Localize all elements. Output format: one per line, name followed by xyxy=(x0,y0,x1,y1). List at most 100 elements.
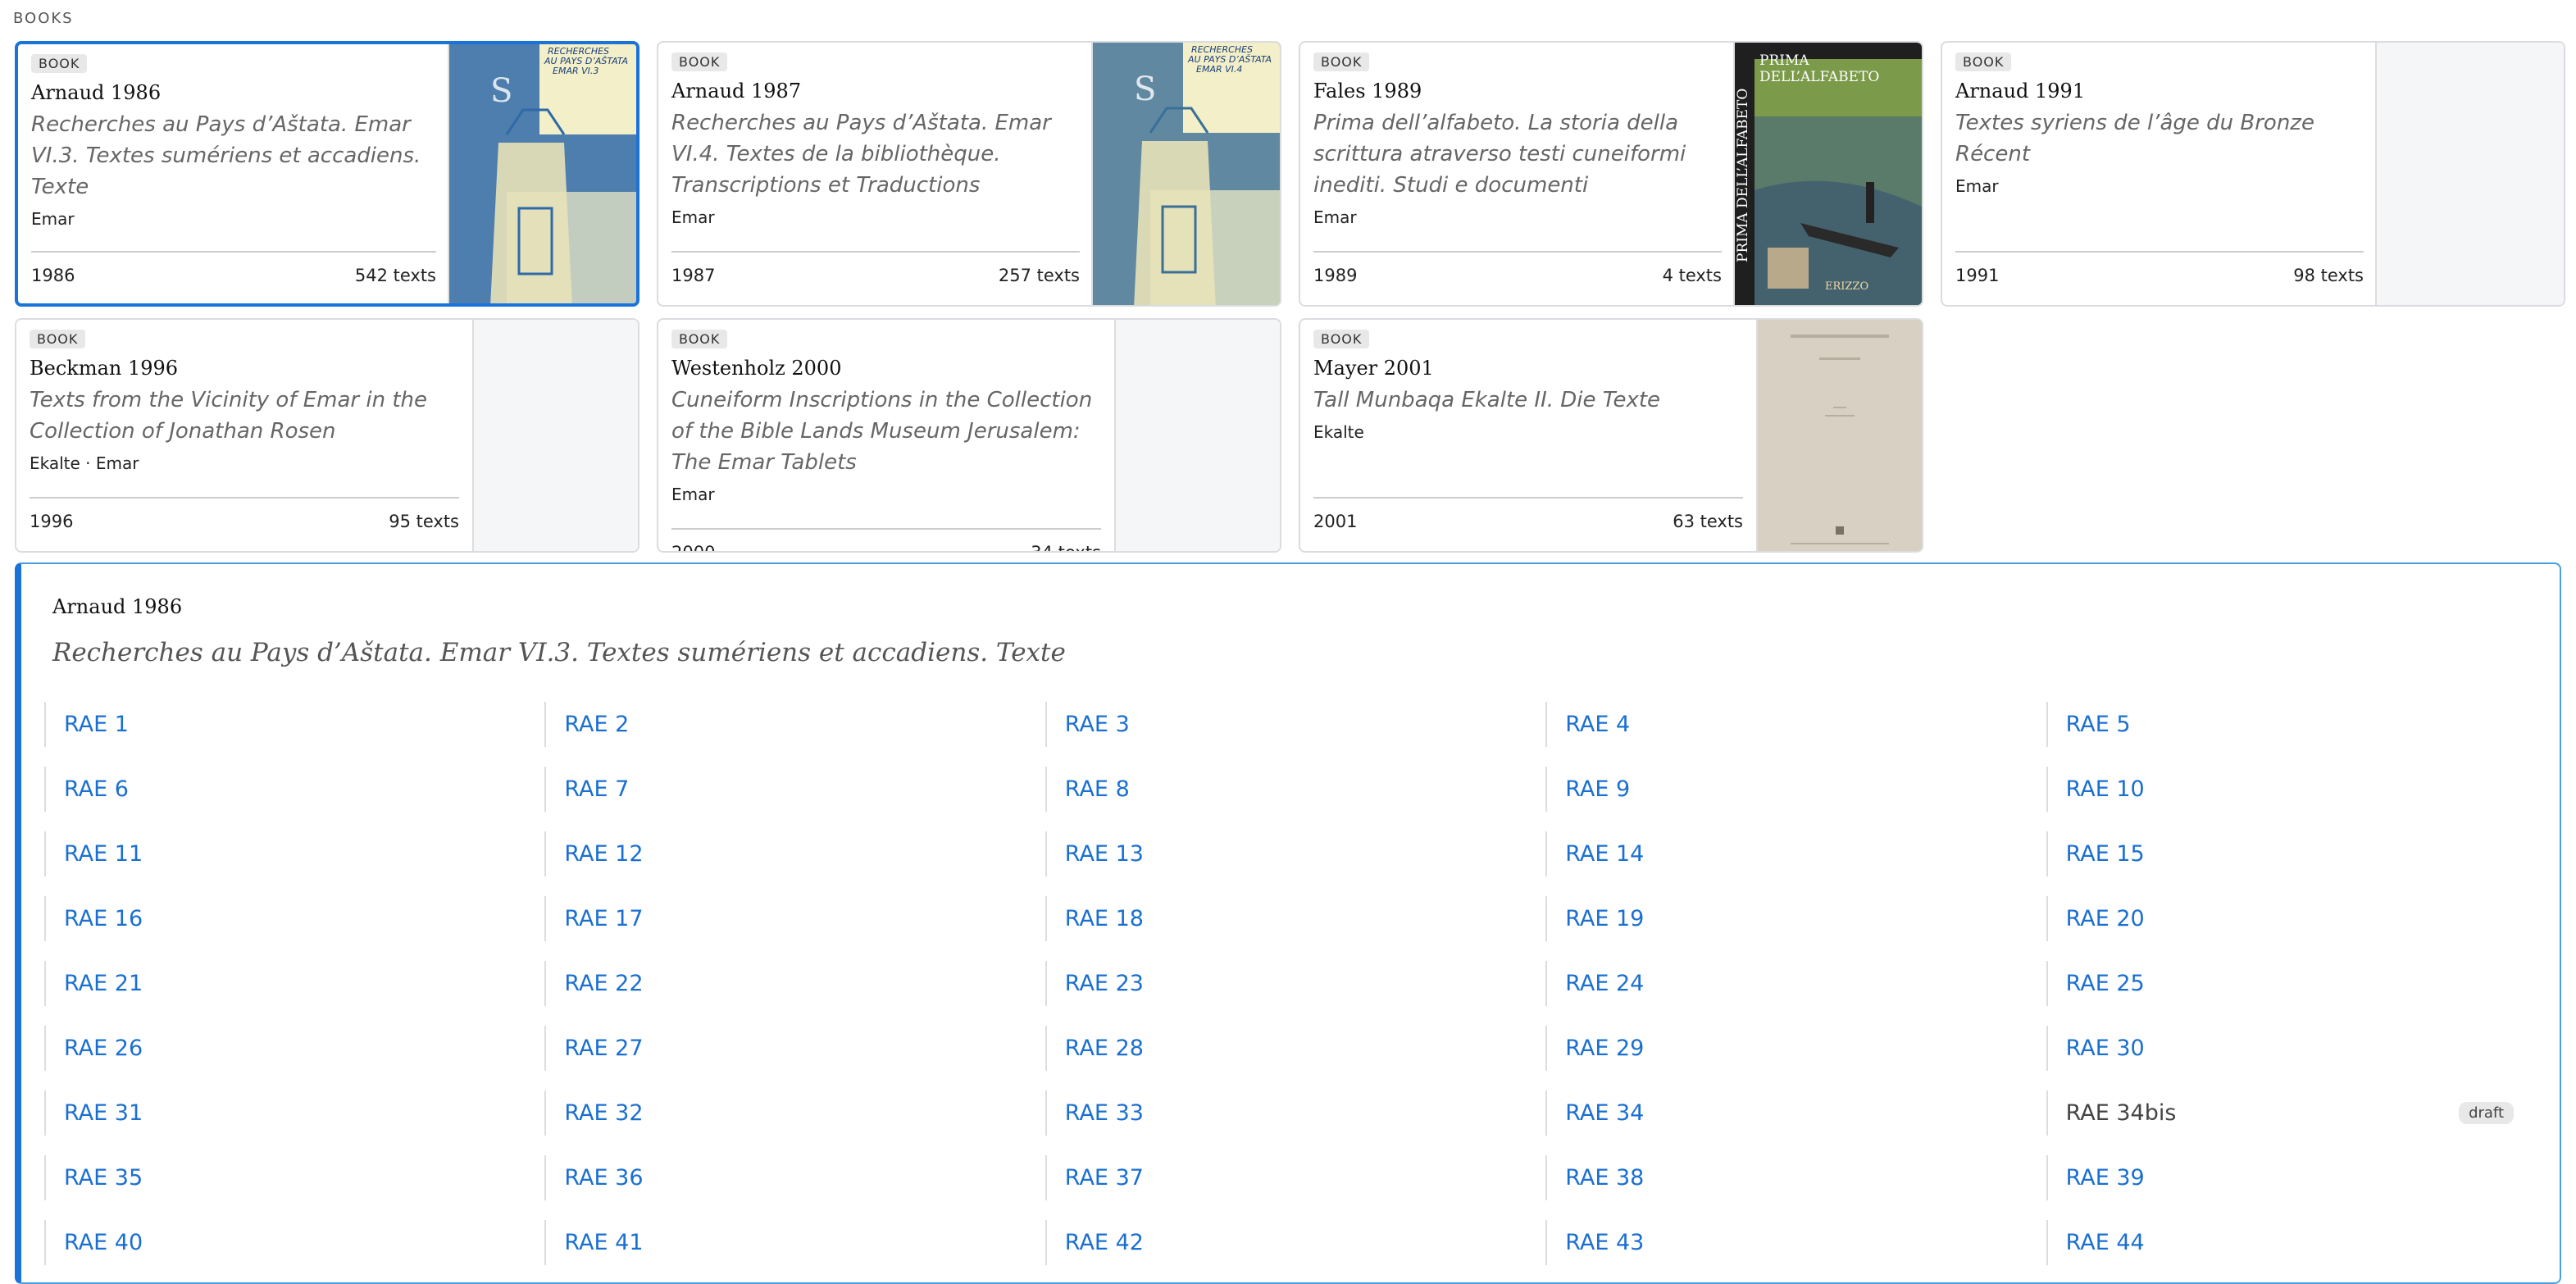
text-link[interactable]: RAE 4 xyxy=(1565,712,1630,737)
book-title: Mayer 2001 xyxy=(1313,357,1434,380)
book-footer: 2000 34 texts xyxy=(671,528,1101,553)
text-link[interactable]: RAE 17 xyxy=(564,906,643,931)
text-link[interactable]: RAE 15 xyxy=(2066,841,2145,867)
text-list-item: RAE 2 xyxy=(544,702,1045,747)
text-list-item: RAE 13 xyxy=(1045,831,1545,876)
book-cover-publisher: ERIZZO xyxy=(1825,280,1869,293)
text-link[interactable]: RAE 26 xyxy=(64,1036,143,1061)
book-badge: BOOK xyxy=(1955,52,2012,71)
text-list-item: RAE 44 xyxy=(2046,1220,2546,1265)
text-list-item: RAE 34 xyxy=(1545,1090,2046,1136)
book-card-fales-1989[interactable]: BOOK Fales 1989 Prima dell’alfabeto. La … xyxy=(1299,41,1923,307)
text-link[interactable]: RAE 21 xyxy=(64,971,143,996)
book-cover-title-text: PRIMA DELL’ALFABETO xyxy=(1759,52,1880,85)
text-list-item: RAE 1 xyxy=(44,702,544,747)
text-link[interactable]: RAE 19 xyxy=(1565,906,1644,931)
text-list-item: RAE 29 xyxy=(1545,1026,2046,1071)
text-link[interactable]: RAE 16 xyxy=(64,906,143,931)
text-list-item: RAE 26 xyxy=(44,1026,544,1071)
text-list-item: RAE 24 xyxy=(1545,961,2046,1006)
book-footer: 2001 63 texts xyxy=(1313,497,1743,531)
text-link[interactable]: RAE 29 xyxy=(1565,1036,1644,1061)
text-list-item: RAE 39 xyxy=(2046,1155,2546,1200)
text-link[interactable]: RAE 5 xyxy=(2066,712,2131,737)
book-year: 1986 xyxy=(31,266,75,285)
text-list-item: RAE 15 xyxy=(2046,831,2546,876)
book-cover-image: S RECHERCHES AU PAYS D’AŠTATA EMAR VI.4 xyxy=(1091,43,1280,305)
book-card-mayer-2001[interactable]: BOOK Mayer 2001 Tall Munbaqa Ekalte II. … xyxy=(1299,318,1923,553)
text-list-item: RAE 8 xyxy=(1045,767,1545,812)
book-card-arnaud-1986[interactable]: BOOK Arnaud 1986 Recherches au Pays d’Aš… xyxy=(15,41,639,307)
text-link[interactable]: RAE 22 xyxy=(564,971,643,996)
book-title: Beckman 1996 xyxy=(30,357,179,380)
text-link[interactable]: RAE 25 xyxy=(2066,971,2145,996)
text-link[interactable]: RAE 36 xyxy=(564,1165,643,1191)
text-link[interactable]: RAE 7 xyxy=(564,776,629,802)
text-link[interactable]: RAE 40 xyxy=(64,1230,143,1255)
book-cover-spine-text: PRIMA DELL’ALFABETO xyxy=(1735,88,1751,263)
text-link[interactable]: RAE 39 xyxy=(2066,1165,2145,1191)
book-footer: 1986 542 texts xyxy=(31,251,436,285)
text-link[interactable]: RAE 23 xyxy=(1065,971,1144,996)
text-link[interactable]: RAE 42 xyxy=(1065,1230,1144,1255)
text-list-item: RAE 37 xyxy=(1045,1155,1545,1200)
text-list-item: RAE 17 xyxy=(544,896,1045,941)
text-list-item: RAE 9 xyxy=(1545,767,2046,812)
book-year: 2001 xyxy=(1313,512,1358,531)
text-link[interactable]: RAE 6 xyxy=(64,776,129,802)
text-link[interactable]: RAE 30 xyxy=(2066,1036,2145,1061)
detail-title: Arnaud 1986 xyxy=(52,595,183,618)
text-link[interactable]: RAE 10 xyxy=(2066,776,2145,802)
section-label: BOOKS xyxy=(13,10,74,27)
book-cover-placeholder xyxy=(1114,320,1280,551)
text-link[interactable]: RAE 41 xyxy=(564,1230,643,1255)
text-link[interactable]: RAE 3 xyxy=(1065,712,1130,737)
text-link[interactable]: RAE 8 xyxy=(1065,776,1130,802)
draft-badge: draft xyxy=(2459,1102,2514,1124)
book-badge: BOOK xyxy=(30,330,86,348)
text-list-item: RAE 34bis draft xyxy=(2046,1090,2546,1136)
book-card-westenholz-2000[interactable]: BOOK Westenholz 2000 Cuneiform Inscripti… xyxy=(657,318,1281,553)
text-link[interactable]: RAE 34 xyxy=(1565,1100,1644,1126)
book-card-arnaud-1991[interactable]: BOOK Arnaud 1991 Textes syriens de l’âge… xyxy=(1941,41,2565,307)
book-badge: BOOK xyxy=(671,330,728,348)
svg-text:EMAR VI.3: EMAR VI.3 xyxy=(553,66,598,76)
text-link[interactable]: RAE 2 xyxy=(564,712,629,737)
book-subtitle: Tall Munbaqa Ekalte II. Die Texte xyxy=(1313,388,1661,412)
text-link[interactable]: RAE 44 xyxy=(2066,1230,2145,1255)
text-link[interactable]: RAE 12 xyxy=(564,841,643,867)
text-link[interactable]: RAE 35 xyxy=(64,1165,143,1191)
text-list-item: RAE 32 xyxy=(544,1090,1045,1136)
svg-text:S: S xyxy=(490,72,512,110)
book-title: Arnaud 1987 xyxy=(671,80,802,102)
text-link[interactable]: RAE 11 xyxy=(64,841,143,867)
book-card-beckman-1996[interactable]: BOOK Beckman 1996 Texts from the Vicinit… xyxy=(15,318,639,553)
text-link[interactable]: RAE 24 xyxy=(1565,971,1644,996)
text-link[interactable]: RAE 28 xyxy=(1065,1036,1144,1061)
book-footer: 1991 98 texts xyxy=(1955,251,2364,285)
text-link[interactable]: RAE 14 xyxy=(1565,841,1644,867)
book-card-arnaud-1987[interactable]: BOOK Arnaud 1987 Recherches au Pays d’Aš… xyxy=(657,41,1281,307)
text-list-item: RAE 25 xyxy=(2046,961,2546,1006)
text-link[interactable]: RAE 13 xyxy=(1065,841,1144,867)
text-link[interactable]: RAE 1 xyxy=(64,712,129,737)
text-list-item: RAE 27 xyxy=(544,1026,1045,1071)
text-link[interactable]: RAE 32 xyxy=(564,1100,643,1126)
text-link[interactable]: RAE 27 xyxy=(564,1036,643,1061)
book-year: 1987 xyxy=(671,266,716,285)
book-subtitle: Prima dell’alfabeto. La storia della scr… xyxy=(1313,111,1686,198)
text-link[interactable]: RAE 33 xyxy=(1065,1100,1144,1126)
text-list-item: RAE 30 xyxy=(2046,1026,2546,1071)
book-cover-image: S RECHERCHES AU PAYS D’AŠTATA EMAR VI.3 xyxy=(448,44,636,303)
book-badge: BOOK xyxy=(1313,52,1370,71)
text-link[interactable]: RAE 43 xyxy=(1565,1230,1644,1255)
text-link[interactable]: RAE 9 xyxy=(1565,776,1630,802)
text-list-item: RAE 41 xyxy=(544,1220,1045,1265)
text-link[interactable]: RAE 31 xyxy=(64,1100,143,1126)
text-link[interactable]: RAE 37 xyxy=(1065,1165,1144,1191)
book-year: 2000 xyxy=(671,543,716,553)
text-link[interactable]: RAE 38 xyxy=(1565,1165,1644,1191)
text-label: RAE 34bis xyxy=(2065,1100,2177,1126)
text-link[interactable]: RAE 18 xyxy=(1065,906,1144,931)
text-link[interactable]: RAE 20 xyxy=(2066,906,2145,931)
